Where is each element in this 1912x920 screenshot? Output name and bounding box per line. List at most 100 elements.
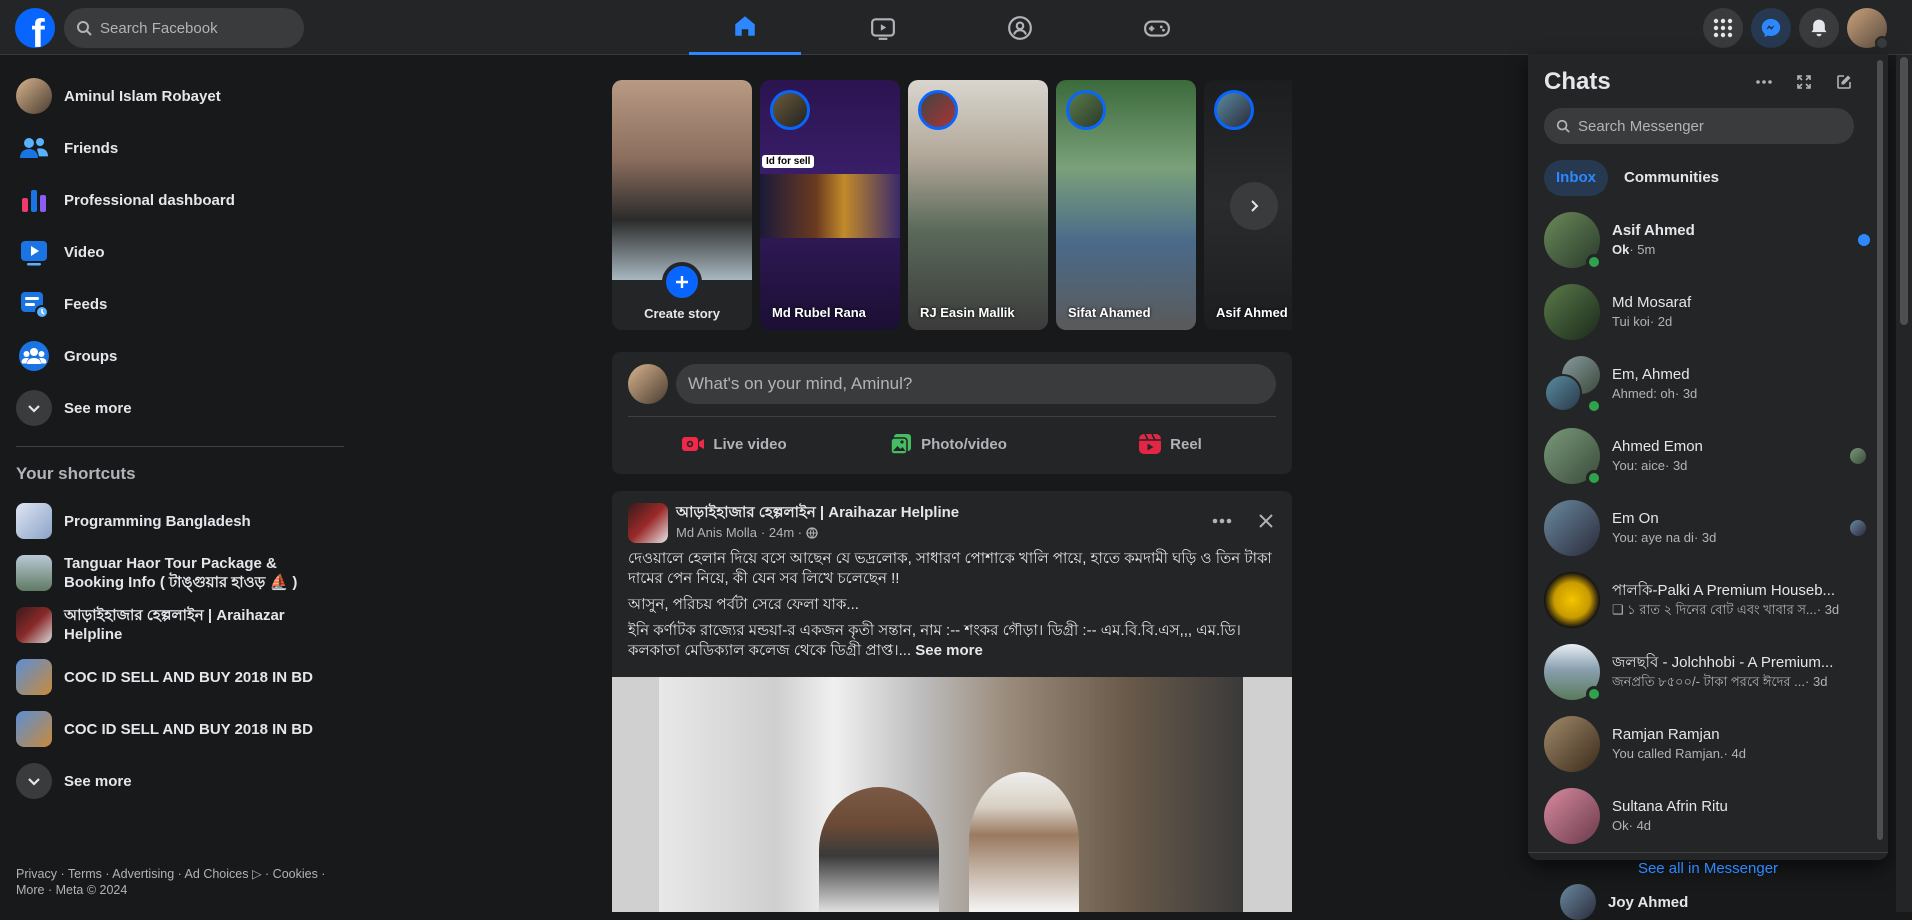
chat-item[interactable]: Asif Ahmed Ok · 5m [1536,204,1880,276]
avatar [1544,428,1602,486]
page-name-link[interactable]: আড়াইহাজার হেল্পলাইন [676,504,816,521]
page-scrollbar-thumb[interactable] [1900,57,1908,325]
shortcuts-see-more-button[interactable]: See more [8,755,348,807]
sidebar-item-label: Video [64,243,105,261]
sidebar-see-more-button[interactable]: See more [8,382,348,434]
chats-options-button[interactable] [1746,64,1782,100]
composer-input[interactable]: What's on your mind, Aminul? [676,364,1276,404]
sidebar-item-groups[interactable]: Groups [8,330,348,382]
chat-item[interactable]: Em On You: aye na di · 3d [1536,492,1880,564]
chat-item[interactable]: পালকি-Palki A Premium Houseb... ❏ ১ রাত … [1536,564,1880,636]
close-icon [1259,514,1273,528]
chevron-down-icon [16,763,52,799]
search-input[interactable]: Search Facebook [100,20,218,37]
facebook-logo-icon[interactable]: f [15,8,55,48]
chat-time: · 3d [1665,458,1688,473]
avatar [1544,716,1600,772]
hide-post-button[interactable] [1248,503,1284,539]
chat-time: · 4d [1628,818,1652,833]
chat-message: Ok [1612,242,1630,257]
chat-item[interactable]: জলছবি - Jolchhobi - A Premium... জনপ্রতি… [1536,636,1880,708]
expand-chats-button[interactable] [1786,64,1822,100]
avatar [628,364,668,404]
avatar [16,78,52,114]
messenger-search[interactable]: Search Messenger [1544,108,1854,144]
chat-name: Ahmed Emon [1612,438,1703,455]
search-bar[interactable]: Search Facebook [64,8,304,48]
reel-button[interactable]: Reel [1064,424,1276,464]
story-card[interactable]: RJ Easin Mallik [908,80,1048,330]
tab-communities[interactable]: Communities [1612,160,1731,196]
shortcut-label: Tanguar Haor Tour Package & Booking Info… [64,555,298,591]
messenger-button[interactable] [1751,8,1791,48]
add-story-button[interactable] [662,262,702,302]
see-more-link[interactable]: See more [915,642,983,659]
chat-preview: ❏ ১ রাত ২ দিনের বোট এবং খাবার স... · 3d [1612,601,1844,619]
chat-item[interactable]: Md Mosaraf Tui koi · 2d [1536,276,1880,348]
tab-inbox[interactable]: Inbox [1544,160,1608,196]
tab-groups[interactable] [964,0,1076,55]
chat-item[interactable]: Ramjan Ramjan You called Ramjan. · 4d [1536,708,1880,780]
new-message-button[interactable] [1826,64,1862,100]
post-time[interactable]: · 24m · [761,525,802,540]
create-story-card[interactable]: Create story [612,80,752,330]
chat-name: Sultana Afrin Ritu [1612,798,1728,815]
shortcut-item[interactable]: COC ID SELL AND BUY 2018 IN BD [8,703,348,755]
menu-button[interactable] [1703,8,1743,48]
chat-item[interactable]: Em, Ahmed Ahmed: oh · 3d [1536,348,1880,420]
tab-gaming[interactable] [1101,0,1213,55]
contact-item[interactable]: Joy Ahmed [1560,884,1688,920]
account-avatar[interactable] [1847,8,1889,50]
author-link[interactable]: Md Anis Molla [676,525,757,540]
shortcut-item[interactable]: COC ID SELL AND BUY 2018 IN BD [8,651,348,703]
feeds-icon [16,286,52,322]
online-indicator [1586,254,1602,270]
sidebar-item-label: Professional dashboard [64,191,235,209]
page-scrollbar[interactable] [1896,55,1912,912]
shortcut-item[interactable]: আড়াইহাজার হেল্পলাইন | Araihazar Helplin… [8,599,348,651]
sidebar-item-professional-dashboard[interactable]: Professional dashboard [8,174,348,226]
story-card[interactable]: Sifat Ahamed [1056,80,1196,330]
see-all-in-messenger-link[interactable]: See all in Messenger [1528,860,1888,877]
post-paragraph: দেওয়ালে হেলান দিয়ে বসে আছেন যে ভদ্রলোক… [628,550,1272,587]
page-name-suffix[interactable]: | Araihazar Helpline [816,504,959,521]
notifications-button[interactable] [1799,8,1839,48]
chats-scrollbar-thumb[interactable] [1877,60,1883,840]
chats-scrollbar[interactable] [1876,54,1884,852]
chat-preview: Ok · 5m [1612,241,1844,259]
unread-indicator [1858,234,1870,246]
post-image[interactable] [612,677,1292,912]
post-options-button[interactable] [1204,503,1240,539]
tab-video[interactable] [827,0,939,55]
chat-item[interactable]: Sultana Afrin Ritu Ok · 4d [1536,780,1880,852]
chat-name: Em, Ahmed [1612,366,1690,383]
stories-next-button[interactable] [1230,182,1278,230]
chat-name: জলছবি - Jolchhobi - A Premium... [1612,654,1834,671]
messenger-search-input[interactable]: Search Messenger [1578,118,1704,135]
chat-time: · 3d [1674,386,1698,401]
chat-item[interactable]: Ahmed Emon You: aice · 3d [1536,420,1880,492]
shortcut-item[interactable]: Programming Bangladesh [8,495,348,547]
shortcut-thumbnail [16,555,52,591]
photo-video-button[interactable]: Photo/video [842,424,1054,464]
story-card[interactable]: Id for sell Md Rubel Rana [760,80,900,330]
footer-links[interactable]: Privacy · Terms · Advertising · Ad Choic… [16,866,336,898]
story-tag: Id for sell [762,155,815,168]
chevron-down-icon [1875,36,1889,50]
post-meta: Md Anis Molla · 24m · [676,525,818,540]
sidebar-item-profile[interactable]: Aminul Islam Robayet [8,70,348,122]
avatar [1560,884,1596,920]
compose-icon [1837,75,1851,89]
shortcut-item[interactable]: Tanguar Haor Tour Package & Booking Info… [8,547,348,599]
sidebar-item-friends[interactable]: Friends [8,122,348,174]
sidebar-item-video[interactable]: Video [8,226,348,278]
bell-icon [1811,19,1827,37]
sidebar-item-feeds[interactable]: Feeds [8,278,348,330]
composer-divider [628,416,1276,417]
video-icon [871,17,895,40]
page-avatar[interactable] [628,503,668,543]
seen-avatar [1850,520,1866,536]
post-composer: What's on your mind, Aminul? Live video … [612,352,1292,474]
tab-home[interactable] [689,0,801,55]
live-video-button[interactable]: Live video [628,424,840,464]
